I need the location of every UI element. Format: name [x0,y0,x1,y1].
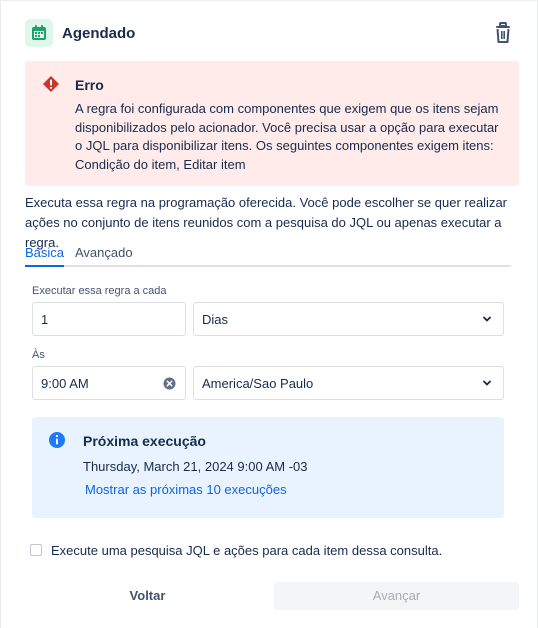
next-run-panel: Próxima execução Thursday, March 21, 202… [32,417,504,518]
info-icon [48,431,66,449]
chevron-down-icon [483,316,491,322]
chevron-down-icon [483,380,491,386]
next-run-title: Próxima execução [83,433,206,449]
time-input[interactable]: 9:00 AM [32,366,186,400]
calendar-icon [25,19,53,47]
error-icon [42,75,60,93]
interval-input[interactable]: 1 [32,302,186,336]
tab-basic[interactable]: Básica [25,245,65,267]
jql-option-label[interactable]: Execute uma pesquisa JQL e ações para ca… [51,543,442,558]
tab-bar: Básica Avançado [25,243,511,267]
error-banner: Erro A regra foi configurada com compone… [25,61,519,186]
jql-option-checkbox[interactable] [30,544,42,556]
time-label: Às [32,349,45,361]
next-run-date: Thursday, March 21, 2024 9:00 AM -03 [83,459,308,474]
scheduled-trigger-panel: Agendado Erro A regra foi configurada co… [0,0,538,628]
next-button: Avançar [274,582,519,610]
tab-advanced[interactable]: Avançado [75,245,133,265]
error-title: Erro [75,77,104,93]
show-next-runs-link[interactable]: Mostrar as próximas 10 execuções [85,482,287,497]
timezone-select[interactable]: America/Sao Paulo [193,366,504,400]
interval-value: 1 [41,312,49,327]
timezone-value: America/Sao Paulo [202,376,314,391]
jql-option-row: Execute uma pesquisa JQL e ações para ca… [30,542,510,560]
time-value: 9:00 AM [41,376,89,391]
clear-icon[interactable] [163,377,176,390]
panel-title: Agendado [62,25,136,42]
unit-select[interactable]: Dias [193,302,504,336]
panel-header: Agendado [25,19,519,49]
back-button[interactable]: Voltar [25,582,270,610]
unit-value: Dias [202,312,229,327]
interval-label: Executar essa regra a cada [32,285,167,297]
error-message: A regra foi configurada com componentes … [75,101,499,172]
trash-icon[interactable] [491,21,515,45]
